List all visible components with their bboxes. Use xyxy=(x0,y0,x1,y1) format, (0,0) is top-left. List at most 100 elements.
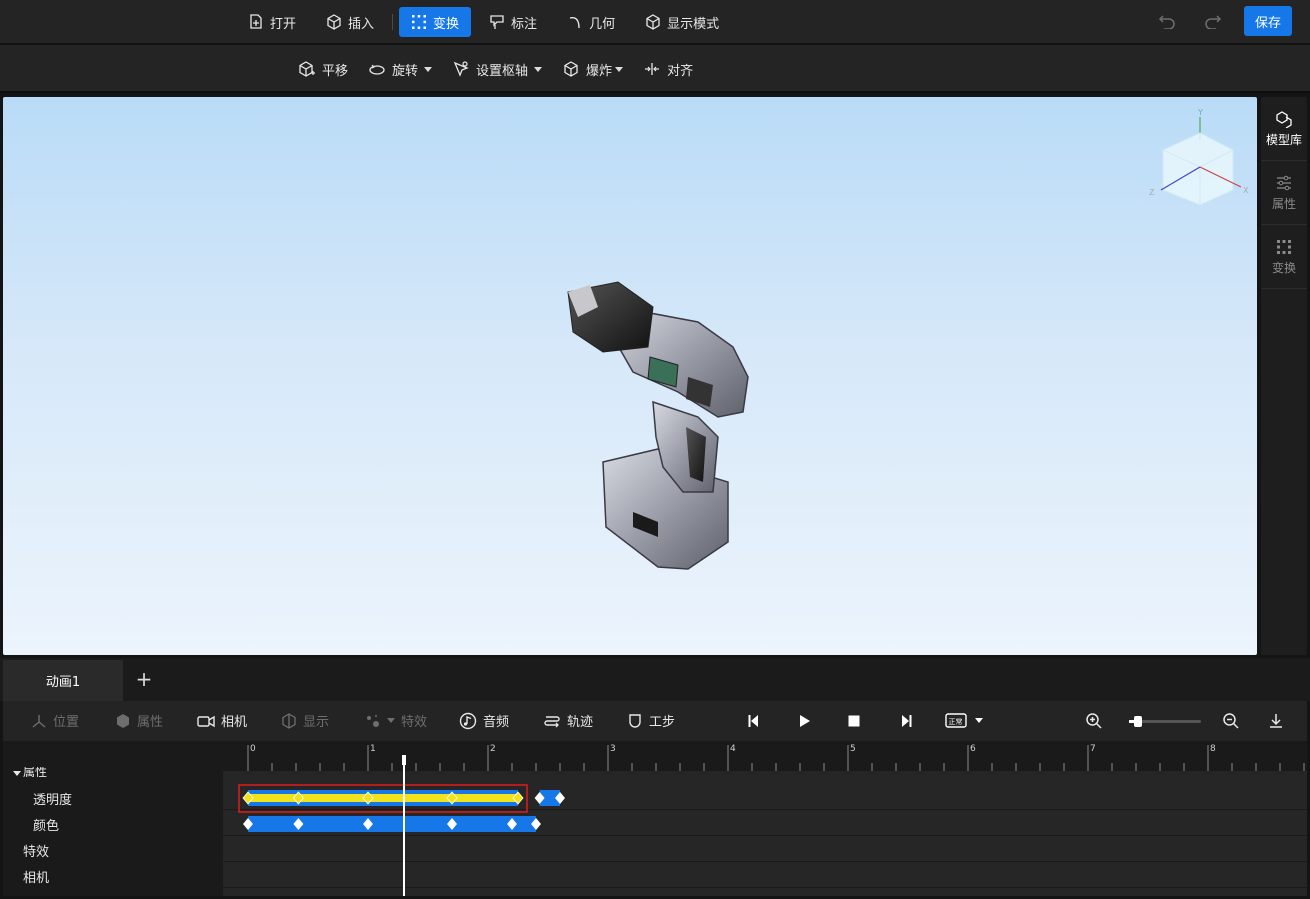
ruler-tick-label: 2 xyxy=(490,744,496,754)
redo-icon xyxy=(1205,15,1222,29)
file-add-icon xyxy=(250,14,262,29)
properties-button[interactable]: 属性 xyxy=(115,711,163,730)
translate-button[interactable]: 平移 xyxy=(298,60,348,79)
ruler-tick-label: 3 xyxy=(610,744,616,754)
zoom-in-button[interactable] xyxy=(1083,711,1105,731)
rotate-dropdown[interactable]: 旋转 xyxy=(368,60,433,79)
align-label: 对齐 xyxy=(667,63,694,79)
trajectory-label: 轨迹 xyxy=(567,715,594,730)
export-button[interactable] xyxy=(1265,711,1287,731)
drill-model[interactable] xyxy=(558,277,758,577)
properties-panel-label: 属性 xyxy=(1271,196,1296,211)
property-group-header[interactable]: 属性 xyxy=(13,767,47,777)
transform-icon xyxy=(412,15,427,29)
transform-panel-label: 变换 xyxy=(1271,260,1296,275)
undo-button[interactable] xyxy=(1152,6,1182,36)
audio-label: 音频 xyxy=(483,715,510,730)
align-button[interactable]: 对齐 xyxy=(643,60,693,79)
step-forward-icon xyxy=(902,715,912,727)
keyframe-layer[interactable] xyxy=(223,771,1307,896)
stop-button[interactable] xyxy=(843,711,865,731)
save-button[interactable]: 保存 xyxy=(1244,6,1292,36)
explode-label: 爆炸 xyxy=(586,63,613,79)
annotation-icon xyxy=(490,15,504,29)
display-button[interactable]: 显示 xyxy=(281,711,329,730)
chevron-down-icon xyxy=(424,66,433,72)
move-cube-icon xyxy=(299,61,315,77)
audio-button[interactable]: 音频 xyxy=(459,711,509,730)
ruler-tick-label: 6 xyxy=(970,744,976,754)
speed-badge-text: 正常 xyxy=(949,717,963,726)
time-ruler[interactable]: 0 1 2 3 4 5 6 7 8 xyxy=(223,741,1307,771)
effects-label: 特效 xyxy=(401,715,428,730)
shield-icon xyxy=(629,713,641,728)
track-label-camera[interactable]: 相机 xyxy=(23,867,49,886)
display-mode-button[interactable]: 显示模式 xyxy=(633,7,731,37)
trajectory-button[interactable]: 轨迹 xyxy=(543,711,593,730)
model-library-button[interactable]: 模型库 xyxy=(1261,97,1307,161)
tab-animation-1[interactable]: 动画1 xyxy=(3,660,123,701)
display-toggle-icon xyxy=(282,712,296,729)
track-area[interactable] xyxy=(223,771,1307,896)
insert-button[interactable]: 插入 xyxy=(314,7,386,37)
camera-button[interactable]: 相机 xyxy=(197,711,247,730)
transform-toolbar: 平移 旋转 设置枢轴 爆炸 对齐 xyxy=(0,45,1310,93)
track-label-effects[interactable]: 特效 xyxy=(23,841,49,860)
stop-icon xyxy=(848,715,860,727)
play-button[interactable] xyxy=(793,711,815,731)
properties-panel-button[interactable]: 属性 xyxy=(1261,161,1307,225)
explode-cube-icon xyxy=(564,61,578,77)
animation-tabs: 动画1 + xyxy=(0,658,1310,701)
play-icon xyxy=(800,715,810,727)
align-icon xyxy=(645,63,660,75)
effects-dropdown[interactable]: 特效 xyxy=(365,711,427,730)
audio-icon xyxy=(459,712,477,729)
zoom-slider-handle[interactable] xyxy=(1134,716,1142,727)
open-button[interactable]: 打开 xyxy=(236,7,308,37)
explode-dropdown[interactable]: 爆炸 xyxy=(562,60,624,79)
ruler-tick-label: 8 xyxy=(1210,744,1216,754)
keyframe-span[interactable] xyxy=(248,816,536,832)
rotate-label: 旋转 xyxy=(392,63,419,79)
redo-button[interactable] xyxy=(1198,6,1228,36)
rotate-icon xyxy=(369,64,385,75)
prev-frame-button[interactable] xyxy=(743,711,765,731)
arc-icon xyxy=(569,17,580,29)
chevron-down-icon xyxy=(387,718,395,723)
transform-button[interactable]: 变换 xyxy=(399,7,472,37)
zoom-in-icon xyxy=(1086,713,1102,729)
properties-label: 属性 xyxy=(137,715,164,730)
insert-label: 插入 xyxy=(348,16,375,32)
playback-speed-dropdown[interactable]: 正常 xyxy=(945,711,983,729)
geometry-button[interactable]: 几何 xyxy=(555,7,627,37)
timeline-zoom-slider[interactable] xyxy=(1129,716,1201,727)
sliders-icon xyxy=(1277,175,1291,190)
speed-loop-icon: 正常 xyxy=(945,713,967,728)
annotate-button[interactable]: 标注 xyxy=(477,7,549,37)
display-cube-icon xyxy=(646,14,660,30)
track-label-color[interactable]: 颜色 xyxy=(33,815,59,834)
display-label: 显示 xyxy=(303,715,330,730)
zoom-out-button[interactable] xyxy=(1220,711,1242,731)
position-button[interactable]: 位置 xyxy=(31,711,79,730)
chevron-down-icon xyxy=(975,717,983,723)
set-pivot-dropdown[interactable]: 设置枢轴 xyxy=(452,60,543,79)
transform-label: 变换 xyxy=(433,16,460,32)
pivot-icon xyxy=(453,61,469,77)
step-button[interactable]: 工步 xyxy=(627,711,675,730)
view-cube[interactable]: Y X Z xyxy=(1143,105,1255,205)
ruler-tick-label: 4 xyxy=(730,744,736,754)
next-frame-button[interactable] xyxy=(895,711,917,731)
transform-panel-button[interactable]: 变换 xyxy=(1261,225,1307,289)
3d-viewport[interactable]: Y X Z xyxy=(3,97,1257,655)
divider xyxy=(392,14,394,30)
axis-z-label: Z xyxy=(1149,188,1155,197)
camera-icon xyxy=(197,715,215,727)
zoom-out-icon xyxy=(1223,713,1239,729)
axis-y-label: Y xyxy=(1197,108,1203,117)
right-sidebar: 模型库 属性 变换 xyxy=(1261,97,1307,655)
track-label-opacity[interactable]: 透明度 xyxy=(33,789,72,808)
chevron-down-icon xyxy=(534,66,543,72)
ruler-tick-label: 0 xyxy=(250,744,256,754)
add-tab-button[interactable]: + xyxy=(134,667,154,691)
